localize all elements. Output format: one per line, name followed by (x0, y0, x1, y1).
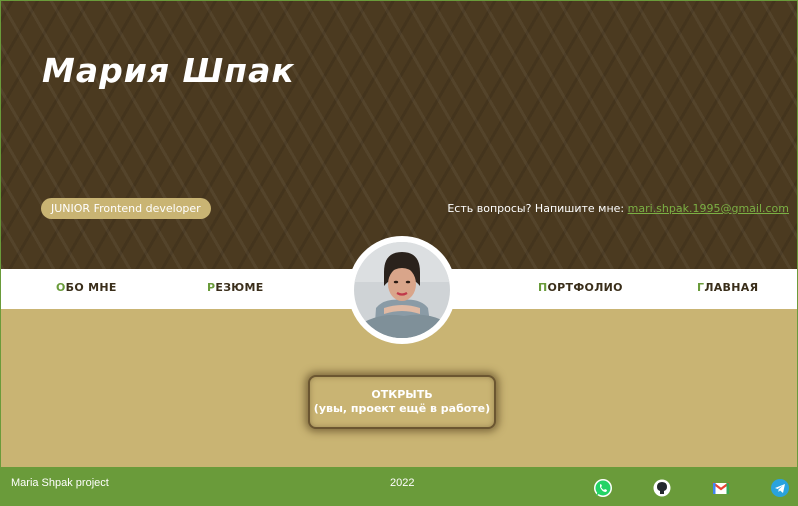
nav-item-home[interactable]: ГЛАВНАЯ (697, 281, 758, 294)
nav-item-about-label: БО МНЕ (65, 281, 117, 294)
nav-item-resume-label: ЕЗЮМЕ (215, 281, 264, 294)
contact-prompt: Есть вопросы? Напишите мне: (447, 202, 625, 215)
nav-item-home-label: ЛАВНАЯ (704, 281, 759, 294)
github-icon[interactable] (652, 478, 672, 498)
contact-line: Есть вопросы? Напишите мне: mari.shpak.1… (447, 202, 789, 215)
telegram-icon[interactable] (770, 478, 790, 498)
footer: Maria Shpak project 2022 (1, 467, 797, 505)
page-title: Мария Шпак (42, 51, 295, 90)
open-button-label: ОТКРЫТЬ (371, 388, 433, 401)
nav-item-resume[interactable]: РЕЗЮМЕ (207, 281, 264, 294)
open-project-button[interactable]: ОТКРЫТЬ (увы, проект ещё в работе) (308, 375, 496, 429)
header-banner: Мария Шпак JUNIOR Frontend developer Ест… (1, 1, 797, 269)
nav-item-portfolio[interactable]: ПОРТФОЛИО (538, 281, 623, 294)
contact-email-link[interactable]: mari.shpak.1995@gmail.com (628, 202, 789, 215)
gmail-icon[interactable] (711, 478, 731, 498)
nav-item-portfolio-initial: П (538, 281, 548, 294)
avatar (348, 236, 456, 344)
avatar-photo (354, 242, 450, 338)
page-frame: Мария Шпак JUNIOR Frontend developer Ест… (0, 0, 798, 506)
footer-project-name: Maria Shpak project (11, 477, 109, 489)
nav-item-about-initial: О (56, 281, 66, 294)
role-badge: JUNIOR Frontend developer (41, 198, 211, 219)
whatsapp-icon[interactable] (593, 478, 613, 498)
footer-year: 2022 (390, 477, 415, 489)
open-button-note: (увы, проект ещё в работе) (313, 402, 491, 415)
nav-item-about[interactable]: ОБО МНЕ (56, 281, 117, 294)
nav-item-portfolio-label: ОРТФОЛИО (547, 281, 623, 294)
